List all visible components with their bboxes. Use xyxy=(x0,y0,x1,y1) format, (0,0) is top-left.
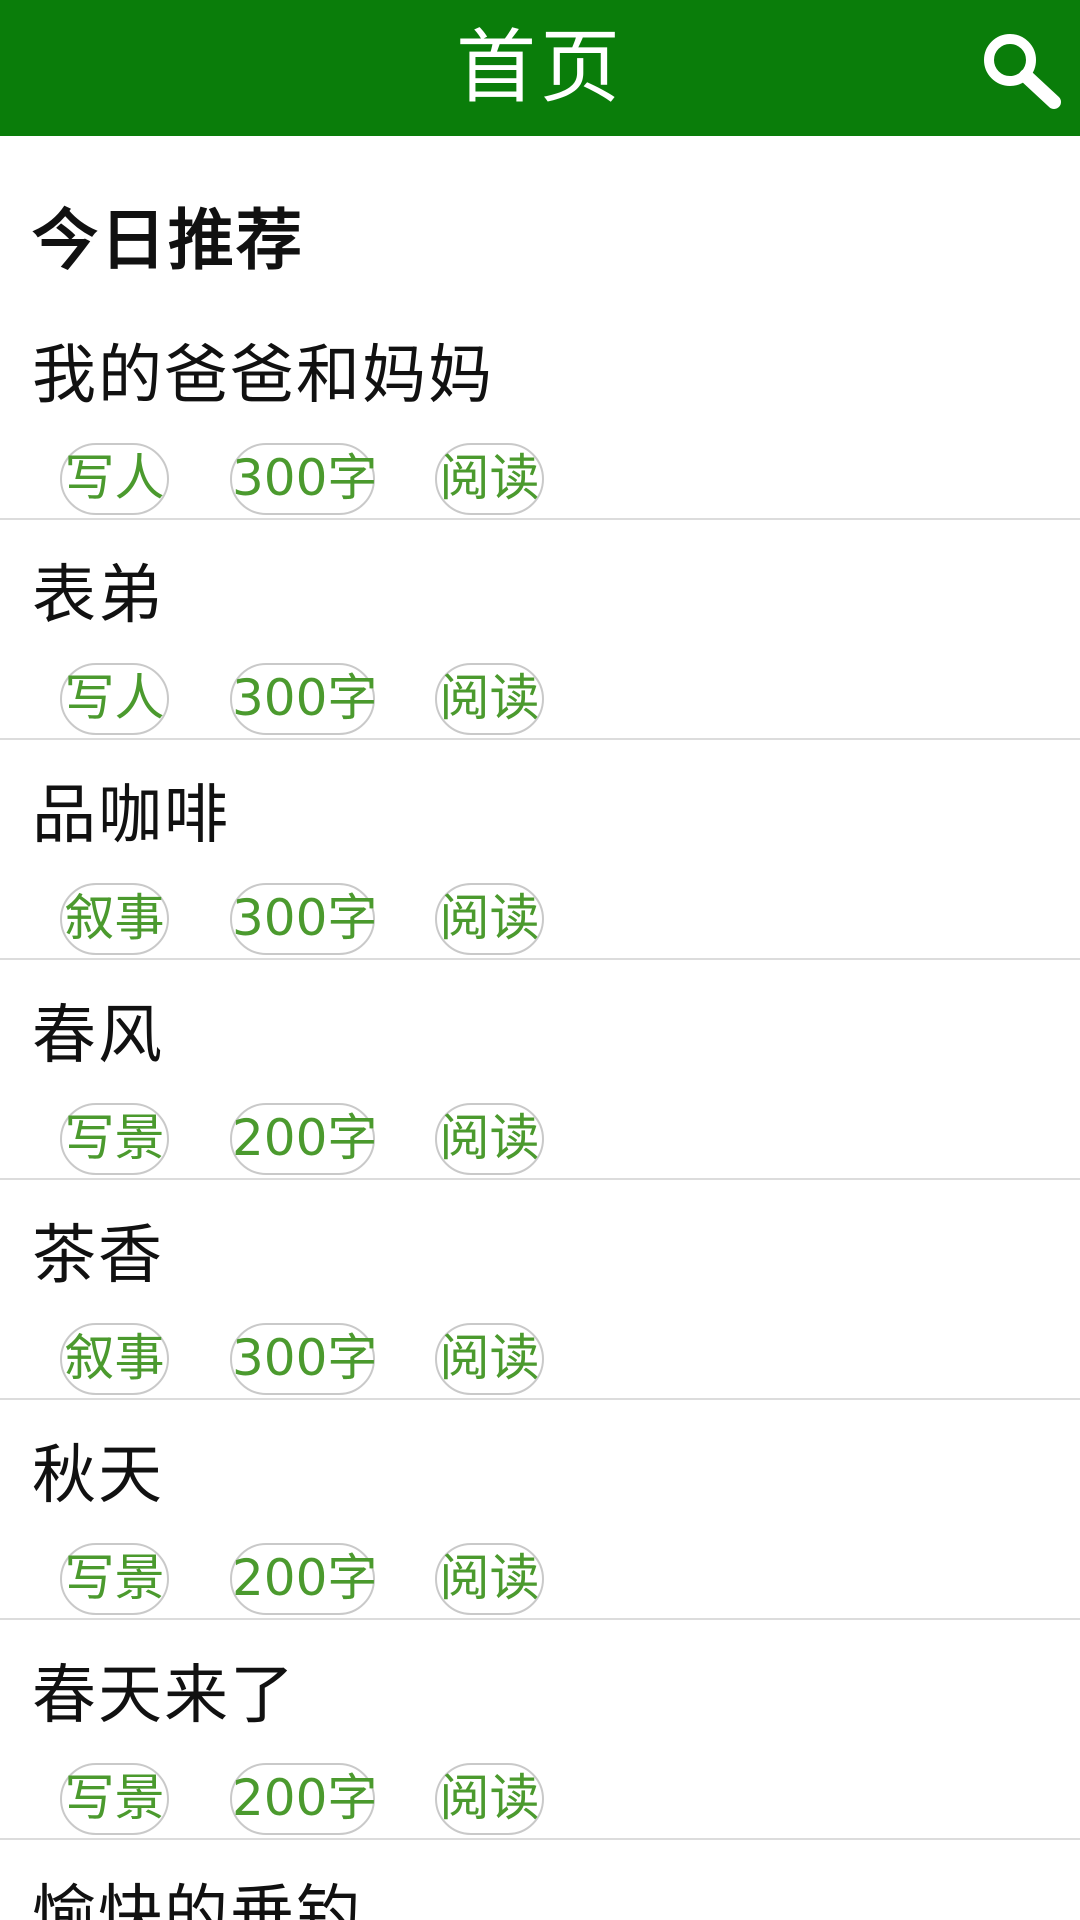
article-item[interactable]: 表弟 写人 300字 阅读 xyxy=(0,520,1080,740)
article-title[interactable]: 春天来了 xyxy=(32,1656,296,1736)
length-tag: 300字 xyxy=(230,1323,377,1395)
article-title[interactable]: 秋天 xyxy=(32,1436,164,1516)
article-item[interactable]: 品咖啡 叙事 300字 阅读 xyxy=(0,740,1080,960)
read-button[interactable]: 阅读 xyxy=(435,1323,544,1395)
section-title: 今日推荐 xyxy=(32,202,304,279)
read-button[interactable]: 阅读 xyxy=(435,1763,544,1835)
article-title[interactable]: 我的爸爸和妈妈 xyxy=(32,336,494,416)
length-tag: 300字 xyxy=(230,883,377,955)
article-title[interactable]: 愉快的垂钓 xyxy=(32,1876,362,1920)
category-tag: 写景 xyxy=(60,1763,169,1835)
page-title: 首页 xyxy=(456,21,624,114)
length-tag: 200字 xyxy=(230,1103,377,1175)
article-list: 我的爸爸和妈妈 写人 300字 阅读 表弟 写人 300字 阅读 品咖啡 叙事 … xyxy=(0,300,1080,1920)
article-item[interactable]: 愉快的垂钓 xyxy=(0,1840,1080,1920)
read-button[interactable]: 阅读 xyxy=(435,1103,544,1175)
read-button[interactable]: 阅读 xyxy=(435,663,544,735)
length-tag: 200字 xyxy=(230,1543,377,1615)
category-tag: 写人 xyxy=(60,663,169,735)
app-root: 首页 今日推荐 我的爸爸和妈妈 写人 300字 阅读 表弟 写人 300字 阅读 xyxy=(0,0,1080,1920)
search-icon xyxy=(984,34,1061,109)
read-button[interactable]: 阅读 xyxy=(435,1543,544,1615)
top-bar: 首页 xyxy=(0,0,1080,136)
category-tag: 写景 xyxy=(60,1543,169,1615)
article-item[interactable]: 秋天 写景 200字 阅读 xyxy=(0,1400,1080,1620)
length-tag: 300字 xyxy=(230,663,377,735)
article-item[interactable]: 春天来了 写景 200字 阅读 xyxy=(0,1620,1080,1840)
length-tag: 300字 xyxy=(230,443,377,515)
category-tag: 写人 xyxy=(60,443,169,515)
search-button[interactable] xyxy=(970,24,1070,112)
article-title[interactable]: 春风 xyxy=(32,996,164,1076)
read-button[interactable]: 阅读 xyxy=(435,443,544,515)
article-item[interactable]: 茶香 叙事 300字 阅读 xyxy=(0,1180,1080,1400)
read-button[interactable]: 阅读 xyxy=(435,883,544,955)
article-title[interactable]: 品咖啡 xyxy=(32,776,230,856)
length-tag: 200字 xyxy=(230,1763,377,1835)
article-title[interactable]: 表弟 xyxy=(32,556,164,636)
article-title[interactable]: 茶香 xyxy=(32,1216,164,1296)
category-tag: 写景 xyxy=(60,1103,169,1175)
category-tag: 叙事 xyxy=(60,883,169,955)
article-item[interactable]: 春风 写景 200字 阅读 xyxy=(0,960,1080,1180)
category-tag: 叙事 xyxy=(60,1323,169,1395)
article-item[interactable]: 我的爸爸和妈妈 写人 300字 阅读 xyxy=(0,300,1080,520)
